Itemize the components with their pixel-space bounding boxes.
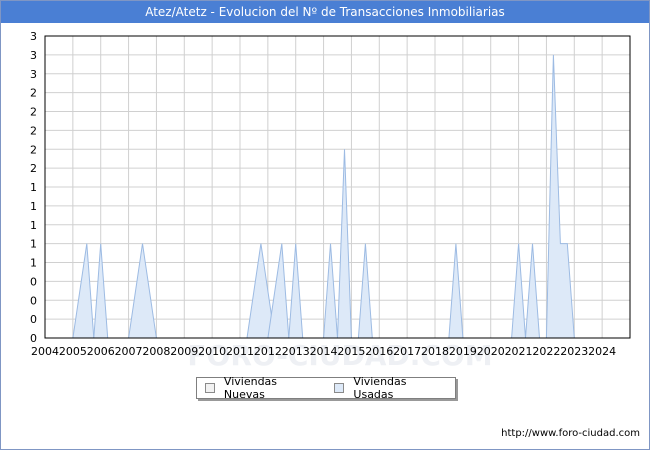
legend-label-usadas: Viviendas Usadas <box>353 375 407 401</box>
x-tick-label: 2019 <box>449 345 477 358</box>
y-tick-label: 3 <box>30 49 37 62</box>
y-tick-label: 2 <box>30 106 37 119</box>
y-tick-label: 1 <box>30 257 37 270</box>
legend: Viviendas Nuevas Viviendas Usadas <box>196 375 456 401</box>
legend-label-nuevas: Viviendas Nuevas <box>223 375 278 401</box>
y-tick-label: 2 <box>30 124 37 137</box>
legend-swatch-nuevas <box>205 383 215 393</box>
x-tick-label: 2021 <box>505 345 533 358</box>
x-tick-label: 2024 <box>588 345 616 358</box>
y-tick-label: 1 <box>30 238 37 251</box>
legend-item-nuevas: Viviendas Nuevas <box>205 375 320 401</box>
y-tick-label: 2 <box>30 87 37 100</box>
x-tick-label: 2020 <box>477 345 505 358</box>
y-tick-label: 3 <box>30 30 37 43</box>
x-tick-label: 2018 <box>421 345 449 358</box>
y-tick-label: 0 <box>30 332 37 345</box>
x-tick-label: 2016 <box>365 345 393 358</box>
grid-layer <box>44 35 631 339</box>
x-tick-label: 2010 <box>198 345 226 358</box>
y-tick-label: 0 <box>30 313 37 326</box>
legend-swatch-usadas <box>334 383 345 393</box>
x-tick-label: 2012 <box>254 345 282 358</box>
y-tick-label: 2 <box>30 143 37 156</box>
x-tick-label: 2009 <box>170 345 198 358</box>
y-tick-label: 1 <box>30 181 37 194</box>
x-tick-label: 2005 <box>59 345 87 358</box>
x-tick-label: 2007 <box>115 345 143 358</box>
x-tick-label: 2008 <box>142 345 170 358</box>
x-tick-label: 2017 <box>393 345 421 358</box>
x-tick-label: 2023 <box>560 345 588 358</box>
x-tick-label: 2006 <box>87 345 115 358</box>
y-tick-label: 1 <box>30 219 37 232</box>
y-tick-label: 0 <box>30 294 37 307</box>
y-tick-label: 2 <box>30 162 37 175</box>
y-tick-label: 0 <box>30 275 37 288</box>
y-tick-label: 1 <box>30 200 37 213</box>
legend-item-usadas: Viviendas Usadas <box>334 375 449 401</box>
footer-url[interactable]: http://www.foro-ciudad.com <box>501 428 640 439</box>
x-tick-label: 2015 <box>337 345 365 358</box>
y-tick-label: 3 <box>30 68 37 81</box>
x-tick-label: 2013 <box>282 345 310 358</box>
x-tick-label: 2022 <box>532 345 560 358</box>
x-tick-label: 2011 <box>226 345 254 358</box>
x-tick-label: 2004 <box>31 345 59 358</box>
x-tick-label: 2014 <box>310 345 338 358</box>
